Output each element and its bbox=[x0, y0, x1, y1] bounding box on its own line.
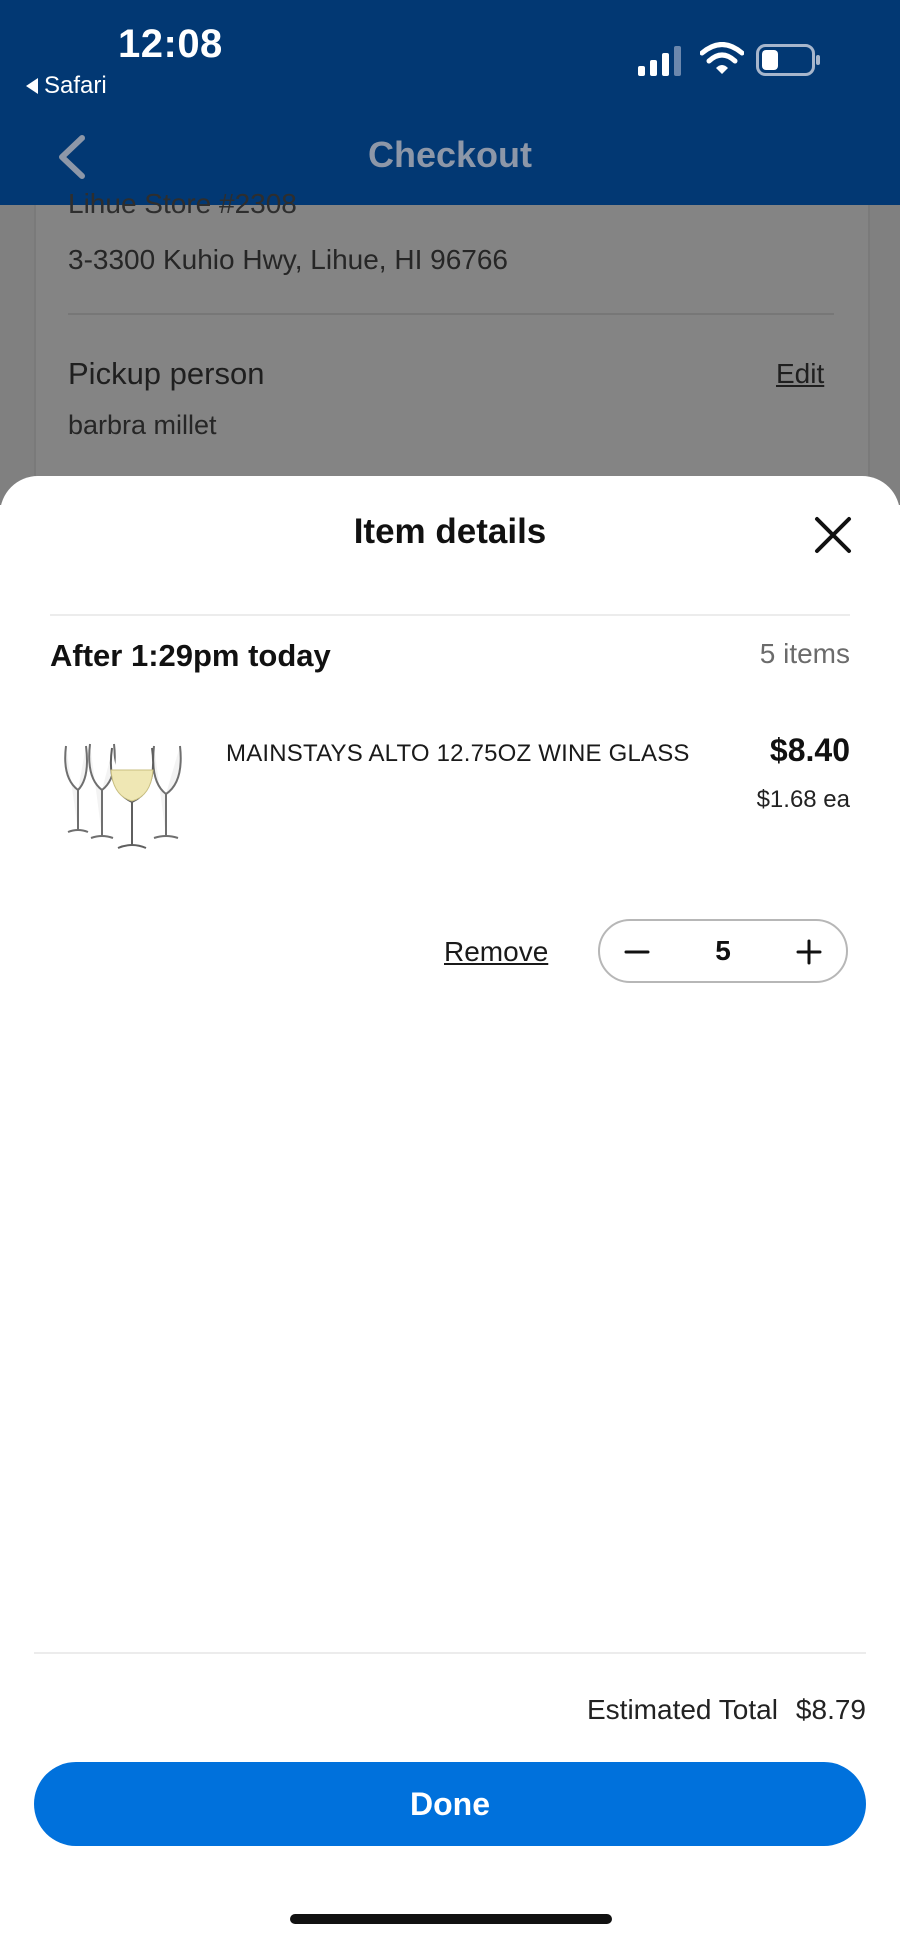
estimated-total-value: $8.79 bbox=[795, 1694, 866, 1725]
footer-divider bbox=[34, 1652, 866, 1654]
page-title: Checkout bbox=[367, 134, 533, 175]
battery-icon bbox=[756, 44, 820, 76]
home-indicator bbox=[290, 1914, 612, 1924]
back-triangle-icon bbox=[26, 78, 38, 94]
pickup-person-heading: Pickup person bbox=[68, 356, 265, 391]
unit-price: $1.68 ea bbox=[756, 786, 850, 813]
wine-glasses-image bbox=[64, 743, 182, 849]
back-app-label: Safari bbox=[44, 72, 107, 99]
pickup-slot-title: After 1:29pm today bbox=[50, 638, 331, 673]
card-divider bbox=[68, 313, 834, 315]
close-icon[interactable] bbox=[812, 514, 854, 556]
item-count: 5 items bbox=[759, 638, 850, 669]
product-name[interactable]: MAINSTAYS ALTO 12.75OZ WINE GLASS bbox=[226, 740, 690, 768]
sheet-title: Item details bbox=[353, 512, 547, 551]
status-time: 12:08 bbox=[118, 22, 223, 66]
estimated-total-row: Estimated Total $8.79 bbox=[587, 1694, 866, 1726]
back-to-safari[interactable]: Safari bbox=[26, 72, 107, 100]
done-button[interactable]: Done bbox=[34, 1762, 866, 1846]
estimated-total-label: Estimated Total bbox=[587, 1694, 778, 1725]
remove-button[interactable]: Remove bbox=[444, 936, 548, 968]
item-details-sheet: Item details After 1:29pm today 5 items … bbox=[0, 476, 900, 1950]
signal-icon bbox=[638, 46, 681, 76]
plus-icon[interactable] bbox=[792, 935, 826, 969]
sheet-divider bbox=[50, 614, 850, 616]
store-address: 3-3300 Kuhio Hwy, Lihue, HI 96766 bbox=[68, 244, 508, 275]
pickup-person-name: barbra millet bbox=[68, 410, 217, 440]
quantity-stepper: 5 bbox=[598, 919, 848, 983]
store-name: Lihue Store #2308 bbox=[68, 188, 297, 219]
status-bar: 12:08 Safari bbox=[0, 0, 900, 110]
edit-pickup-link[interactable]: Edit bbox=[776, 358, 824, 390]
product-price: $8.40 bbox=[769, 732, 850, 768]
wifi-icon bbox=[700, 42, 744, 74]
